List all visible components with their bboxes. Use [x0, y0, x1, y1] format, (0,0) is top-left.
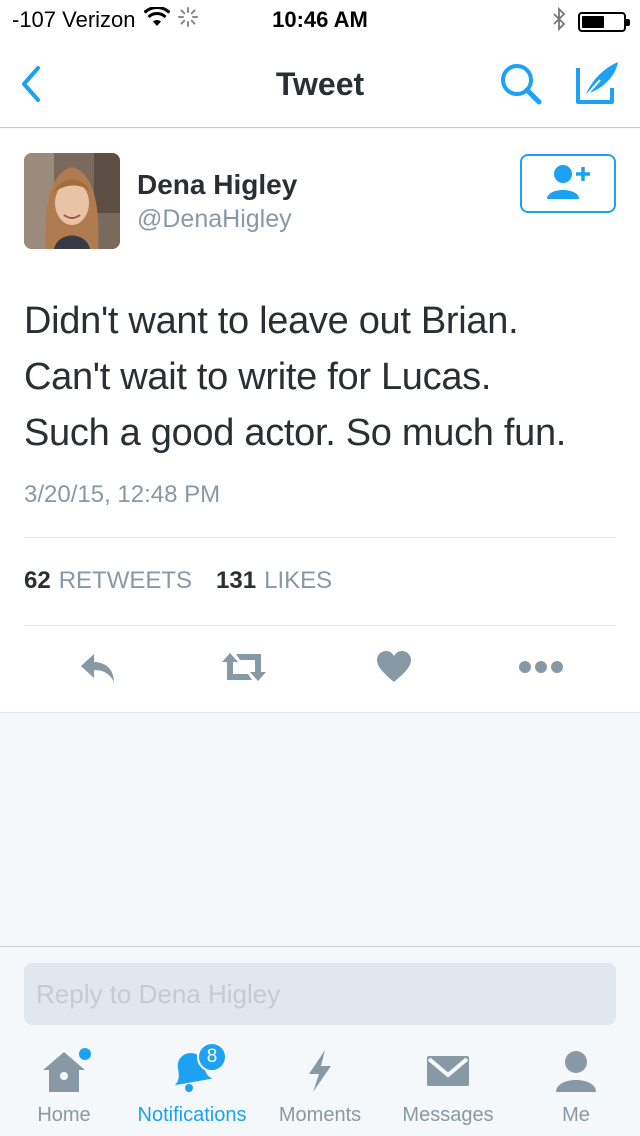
retweets-label[interactable]: RETWEETS — [59, 567, 192, 595]
reply-input[interactable] — [24, 963, 616, 1025]
tab-notifications[interactable]: 8 Notifications — [128, 1042, 256, 1136]
tweet-actions — [0, 645, 640, 689]
tweet-timestamp: 3/20/15, 12:48 PM — [24, 481, 221, 508]
tweet-detail: Dena Higley @DenaHigley Didn't want to l… — [0, 129, 640, 713]
bell-icon: 8 — [167, 1042, 227, 1094]
tab-label: Notifications — [137, 1104, 247, 1126]
lightning-icon — [295, 1048, 345, 1094]
likes-count[interactable]: 131 — [216, 567, 256, 595]
tab-me[interactable]: Me — [512, 1048, 640, 1136]
tab-label: Home — [37, 1104, 91, 1126]
tweet-text: Didn't want to leave out Brian. Can't wa… — [24, 300, 567, 454]
more-icon[interactable] — [515, 645, 567, 689]
tab-label: Me — [562, 1104, 590, 1126]
tweet-stats: 62 RETWEETS 131 LIKES — [24, 567, 332, 595]
bluetooth-icon — [552, 6, 566, 36]
status-bar: -107 Verizon 10:46 AM — [0, 0, 640, 40]
battery-icon — [578, 11, 630, 32]
home-icon — [39, 1048, 91, 1094]
divider — [24, 625, 616, 626]
nav-bar: Tweet — [0, 40, 640, 128]
search-icon[interactable] — [497, 60, 547, 108]
tab-label: Moments — [278, 1104, 362, 1126]
person-icon — [551, 1048, 601, 1094]
tab-label: Messages — [402, 1104, 494, 1126]
notifications-badge: 8 — [197, 1042, 227, 1072]
tab-moments[interactable]: Moments — [256, 1048, 384, 1136]
tab-home[interactable]: Home — [0, 1048, 128, 1136]
author-handle[interactable]: @DenaHigley — [137, 205, 292, 234]
home-unread-dot — [79, 1048, 91, 1060]
status-right — [552, 6, 630, 36]
reply-icon[interactable] — [72, 645, 124, 689]
avatar[interactable] — [24, 153, 120, 249]
retweet-icon[interactable] — [218, 645, 270, 689]
tab-bar: Home 8 Notifications Moments Messages Me — [0, 1040, 640, 1136]
divider — [24, 537, 616, 538]
likes-label[interactable]: LIKES — [264, 567, 332, 595]
tab-messages[interactable]: Messages — [384, 1048, 512, 1136]
author-name[interactable]: Dena Higley — [137, 169, 297, 201]
add-user-icon — [545, 163, 591, 204]
compose-icon[interactable] — [570, 58, 624, 108]
like-icon[interactable] — [368, 645, 420, 689]
follow-button[interactable] — [520, 154, 616, 213]
retweets-count[interactable]: 62 — [24, 567, 51, 595]
reply-bar — [0, 946, 640, 1040]
status-time: 10:46 AM — [272, 7, 368, 32]
envelope-icon — [423, 1048, 473, 1094]
